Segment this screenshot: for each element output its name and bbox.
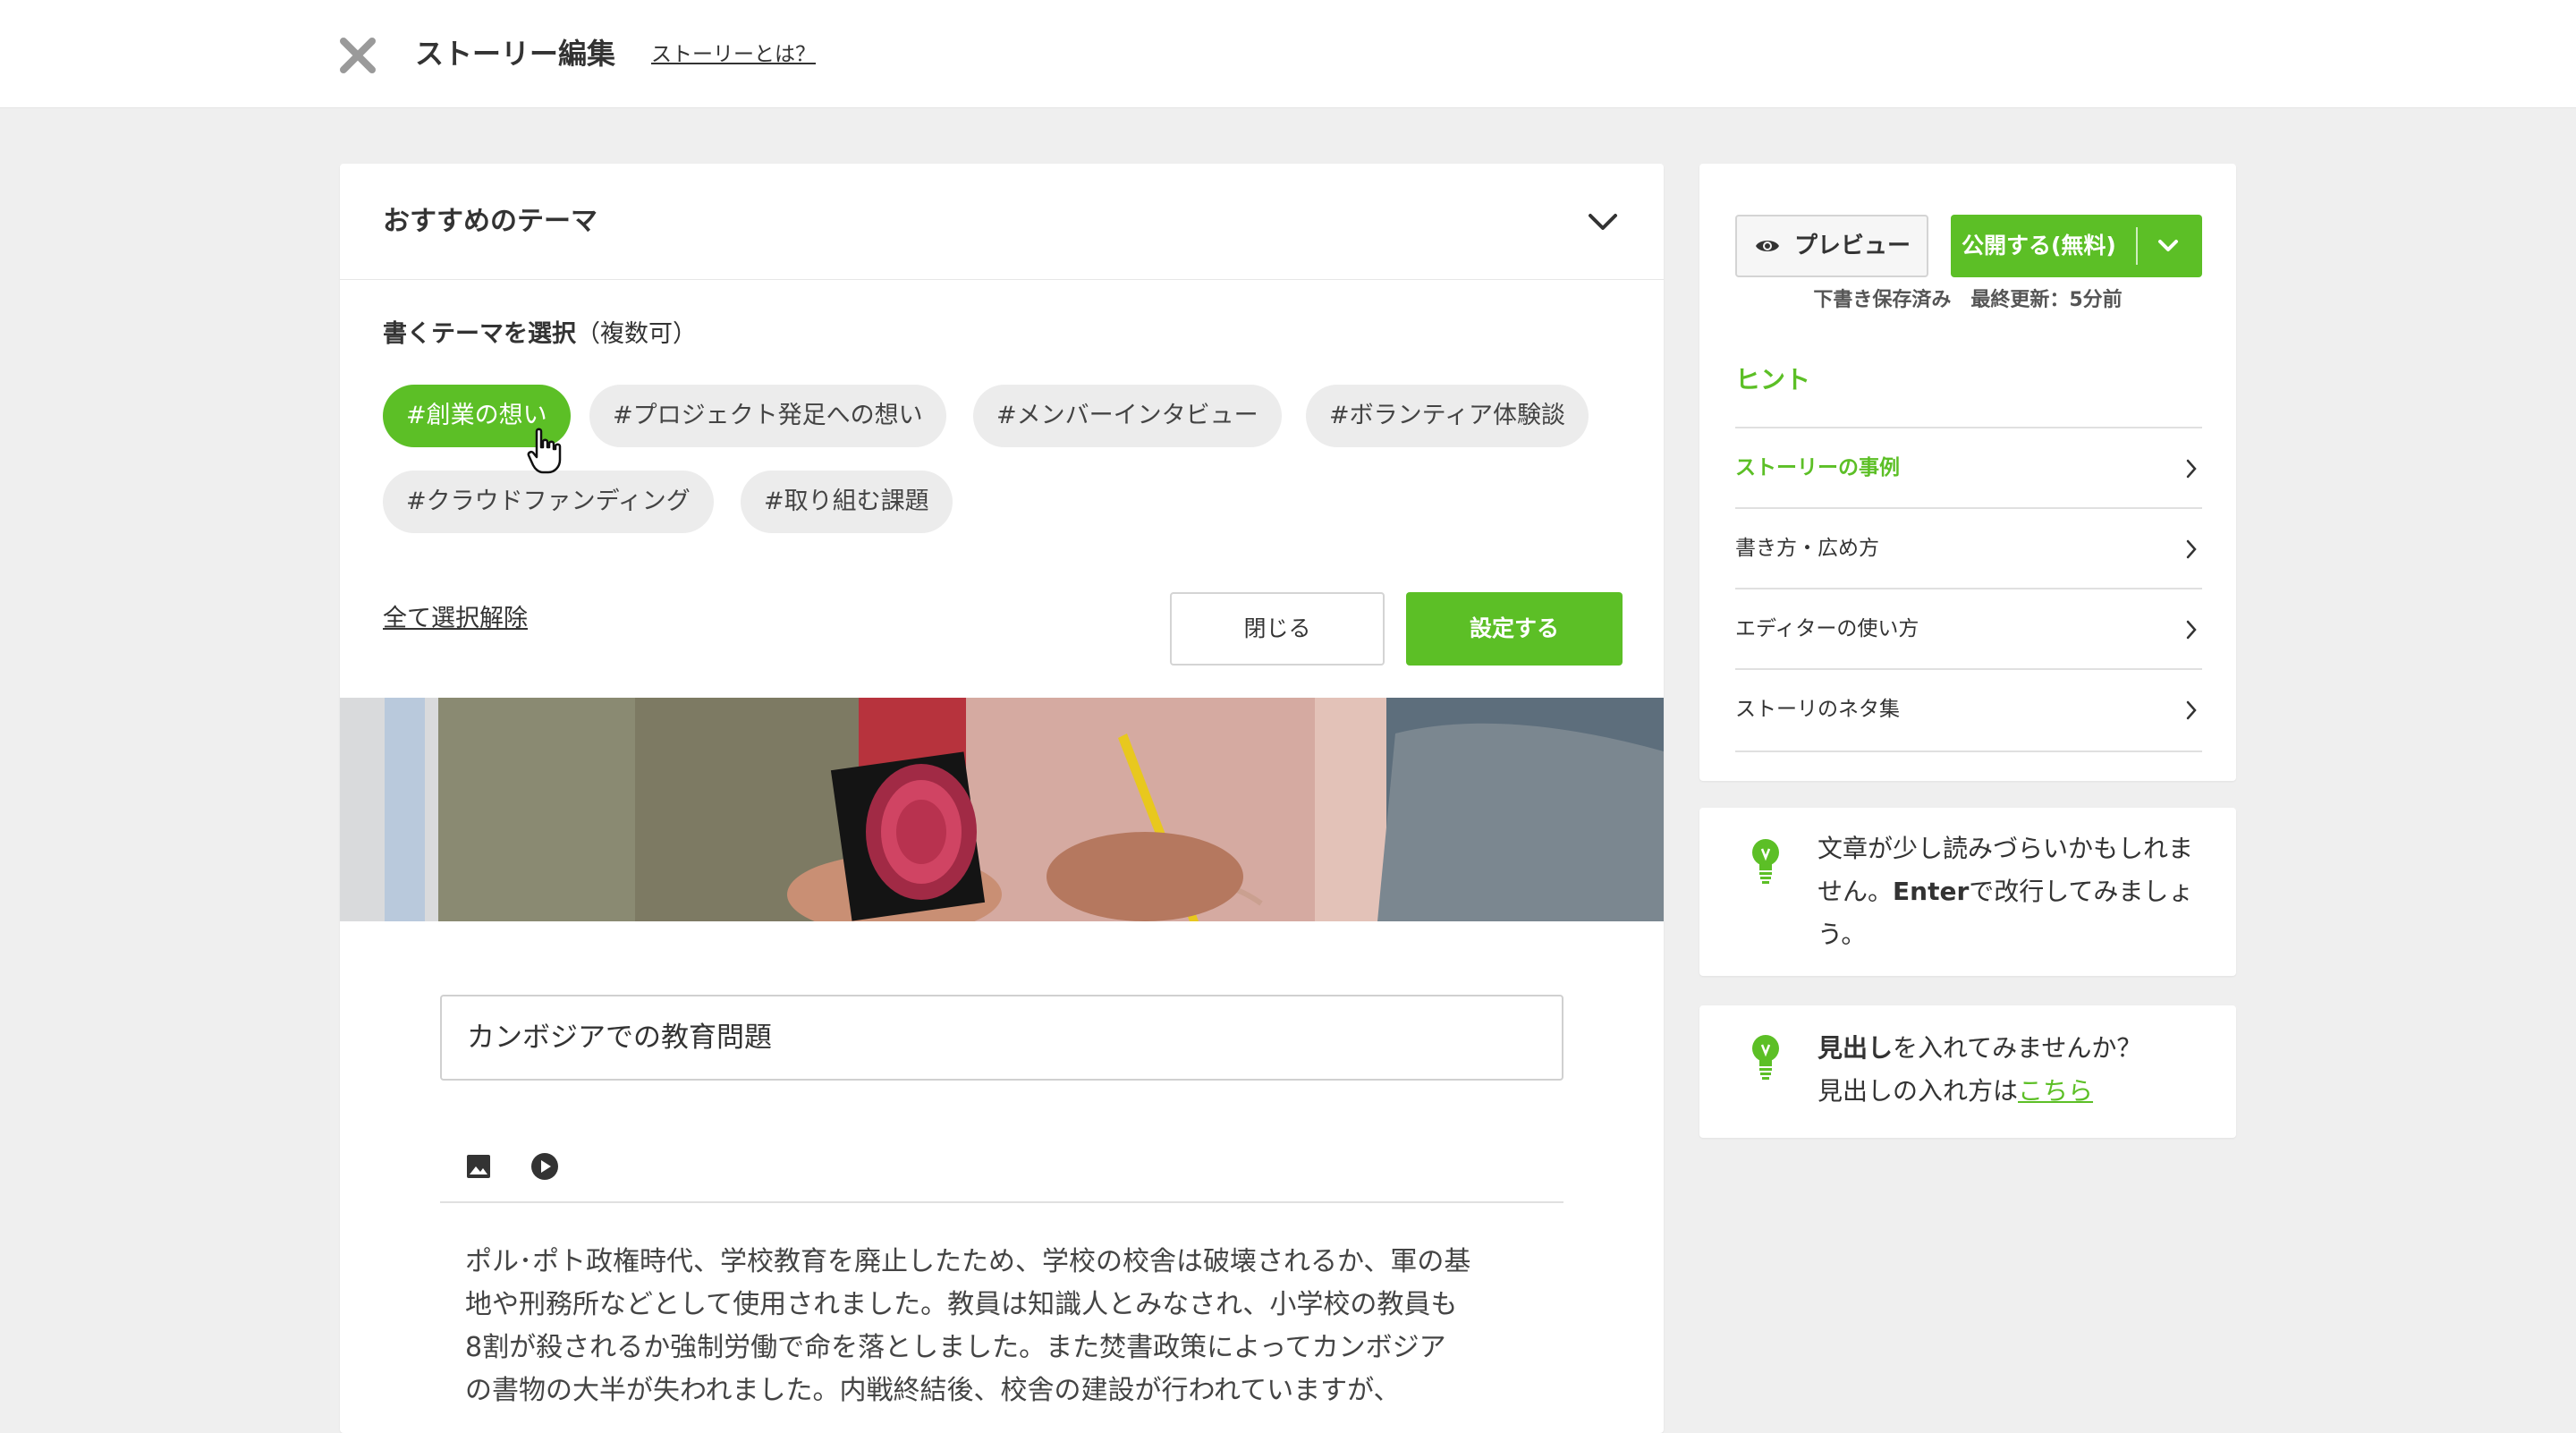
hint-item-examples[interactable]: ストーリーの事例 [1735,427,2202,507]
story-help-link[interactable]: ストーリーとは？ [651,39,816,70]
chevron-down-icon[interactable] [2155,234,2182,258]
preview-label: プレビュー [1794,233,1911,259]
chevron-down-icon[interactable] [1585,207,1621,239]
save-status: 下書き保存済み 最終更新：5分前 [1813,289,2123,311]
body-line: の書物の大半が失われました。内戦終結後、校舎の建設が行われていますが、 [465,1375,1401,1406]
image-icon[interactable] [465,1153,492,1180]
theme-section-title: おすすめのテーマ [383,206,597,237]
tip-readability-text: 文章が少し読みづらいかもしれま せん。Enterで改行してみましょ う。 [1818,827,2211,956]
lightbulb-icon [1752,1035,1779,1080]
tip-card-readability: 文章が少し読みづらいかもしれま せん。Enterで改行してみましょ う。 [1699,808,2236,976]
top-bar: ストーリー編集 ストーリーとは？ [0,0,2576,108]
video-icon[interactable] [530,1152,559,1181]
tip-line: 文章が少し読みづらいかもしれま [1818,834,2194,863]
close-button[interactable]: 閉じる [1170,592,1385,666]
chevron-right-icon [2186,459,2197,479]
chevron-right-icon [2186,700,2197,720]
chevron-right-icon [2186,620,2197,640]
toolbar-divider [440,1201,1563,1203]
theme-tag-issues[interactable]: #取り組む課題 [741,471,953,533]
publish-divider [2136,227,2138,265]
story-title-input[interactable]: カンボジアでの教育問題 [440,995,1563,1081]
theme-tag-crowdfunding[interactable]: #クラウドファンディング [383,471,714,533]
chevron-right-icon [2186,539,2197,559]
hint-item-ideas[interactable]: ストーリのネタ集 [1735,668,2202,749]
theme-select-label: 書くテーマを選択（複数可） [383,320,697,348]
body-line: 8割が殺されるか強制労働で命を落としました。また焚書政策によってカンボジア [465,1332,1446,1363]
tip-heading-text: 見出しを入れてみませんか？ 見出しの入れ方はこちら [1818,1027,2211,1113]
preview-button[interactable]: プレビュー [1735,215,1928,277]
hint-list-divider [1735,750,2202,752]
apply-button[interactable]: 設定する [1406,592,1623,666]
theme-tag-volunteer[interactable]: #ボランティア体験談 [1306,385,1589,447]
lightbulb-icon [1752,839,1779,884]
page-title: ストーリー編集 [415,37,616,71]
theme-tag-member-interview[interactable]: #メンバーインタビュー [973,385,1282,447]
editor-card: おすすめのテーマ 書くテーマを選択（複数可） #創業の想い #プロジェクト発足へ… [340,164,1664,1433]
publish-button[interactable]: 公開する(無料) [1951,215,2202,277]
tip-card-heading: 見出しを入れてみませんか？ 見出しの入れ方はこちら [1699,1005,2236,1138]
tip-line: 見出しの入れ方はこちら [1818,1076,2094,1106]
theme-section-header[interactable]: おすすめのテーマ [340,164,1664,280]
publish-label: 公開する(無料) [1962,233,2116,259]
theme-tag-project[interactable]: #プロジェクト発足への想い [589,385,946,447]
tip-line: せん。Enterで改行してみましょ [1818,877,2194,906]
hint-item-label: ストーリのネタ集 [1735,698,1900,721]
tip-line: う。 [1818,920,1867,949]
sidebar-panel: プレビュー 公開する(無料) 下書き保存済み 最終更新：5分前 ヒント ストーリ… [1699,164,2236,781]
story-body-text[interactable]: ポル･ポト政権時代、学校教育を廃止したため、学校の校舎は破壊されるか、軍の基 地… [465,1241,1538,1412]
heading-help-link[interactable]: こちら [2018,1076,2093,1106]
cover-photo[interactable] [340,698,1664,921]
hint-item-editor-usage[interactable]: エディターの使い方 [1735,588,2202,668]
eye-icon [1756,241,1779,251]
hint-item-writing[interactable]: 書き方・広め方 [1735,507,2202,588]
close-icon[interactable] [338,36,377,75]
clear-all-link[interactable]: 全て選択解除 [383,601,528,637]
body-line: 地や刑務所などとして使用されました。教員は知識人とみなされ、小学校の教員も [465,1289,1458,1320]
body-line: ポル･ポト政権時代、学校教育を廃止したため、学校の校舎は破壊されるか、軍の基 [465,1246,1471,1277]
hint-title: ヒント [1735,365,1811,394]
hint-item-label: ストーリーの事例 [1735,456,1900,479]
hint-item-label: エディターの使い方 [1735,617,1919,640]
tip-line: 見出しを入れてみませんか？ [1818,1033,2142,1063]
hint-item-label: 書き方・広め方 [1735,537,1879,560]
hand-cursor-icon [527,428,562,474]
theme-select-panel: 書くテーマを選択（複数可） #創業の想い #プロジェクト発足への想い #メンバー… [340,281,1664,698]
